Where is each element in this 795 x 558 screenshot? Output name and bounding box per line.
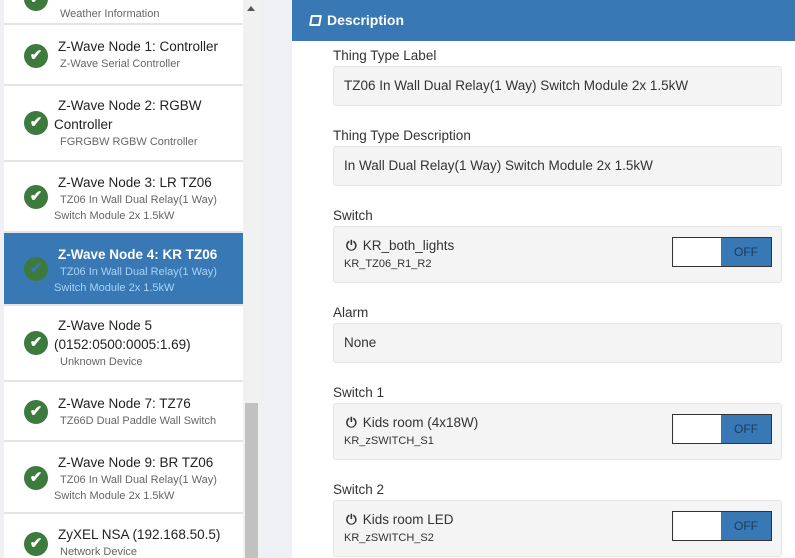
- item-title: Z-Wave Node 9: BR TZ06: [58, 455, 214, 470]
- item-subtitle: Unknown Device: [60, 356, 143, 368]
- item-title: Z-Wave Node 2: RGBW Controller: [54, 98, 202, 132]
- thing-type-label-field: TZ06 In Wall Dual Relay(1 Way) Switch Mo…: [333, 66, 782, 106]
- switch-channel: ⏻ KR_both_lights KR_TZ06_R1_R2 OFF: [333, 226, 782, 283]
- toggle-state: OFF: [721, 512, 771, 540]
- item-subtitle: TZ06 In Wall Dual Relay(1 Way) Switch Mo…: [54, 474, 217, 502]
- switch-heading: Switch: [333, 208, 373, 223]
- list-item[interactable]: ✔ Z-Wave Node 5 (0152:0500:0005:1.69) Unk…: [4, 306, 243, 382]
- switch1-toggle[interactable]: OFF: [672, 414, 772, 444]
- power-icon: ⏻: [346, 512, 357, 527]
- item-subtitle: FGRGBW RGBW Controller: [60, 136, 198, 148]
- check-circle-icon: ✔: [24, 185, 48, 209]
- scrollbar-thumb[interactable]: [245, 403, 258, 558]
- check-circle-icon: ✔: [24, 0, 48, 11]
- item-title: Z-Wave Node 7: TZ76: [58, 396, 191, 411]
- power-icon: ⏻: [346, 238, 357, 253]
- switch1-channel: ⏻ Kids room (4x18W) KR_zSWITCH_S1 OFF: [333, 403, 782, 460]
- check-circle-icon: ✔: [24, 257, 48, 281]
- check-circle-icon: ✔: [24, 331, 48, 355]
- thing-type-description-field: In Wall Dual Relay(1 Way) Switch Module …: [333, 146, 782, 186]
- item-subtitle: Weather Information: [60, 8, 160, 20]
- item-title: Z-Wave Node 1: Controller: [58, 39, 219, 54]
- thing-type-description-value: In Wall Dual Relay(1 Way) Switch Module …: [344, 158, 653, 173]
- switch1-heading: Switch 1: [333, 385, 385, 400]
- switch2-toggle[interactable]: OFF: [672, 511, 772, 541]
- item-title: ZyXEL NSA (192.168.50.5): [58, 527, 221, 542]
- thing-type-label-heading: Thing Type Label: [333, 48, 437, 63]
- list-item[interactable]: ✔ Z-Wave Node 1: Controller Z-Wave Serial…: [4, 25, 243, 86]
- panel-header: Description: [292, 0, 795, 41]
- check-circle-icon: ✔: [24, 44, 48, 68]
- things-list: ✔ Weather Information ✔ Z-Wave Node 1: C…: [4, 0, 243, 558]
- scroll-up-arrow-icon[interactable]: [247, 6, 255, 11]
- check-circle-icon: ✔: [24, 400, 48, 424]
- thing-type-label-value: TZ06 In Wall Dual Relay(1 Way) Switch Mo…: [344, 78, 689, 93]
- sidebar-scrollbar[interactable]: [243, 0, 260, 558]
- book-icon: [309, 15, 322, 26]
- list-item[interactable]: ✔ Z-Wave Node 7: TZ76 TZ66D Dual Paddle W…: [4, 382, 243, 442]
- power-icon: ⏻: [346, 415, 357, 430]
- toggle-state: OFF: [721, 415, 771, 443]
- channel-name: KR_both_lights: [362, 238, 455, 253]
- item-subtitle: TZ06 In Wall Dual Relay(1 Way) Switch Mo…: [54, 266, 217, 294]
- check-circle-icon: ✔: [24, 466, 48, 490]
- list-item[interactable]: ✔ Z-Wave Node 2: RGBW Controller FGRGBW R…: [4, 86, 243, 162]
- channel-id: KR_zSWITCH_S2: [344, 532, 434, 544]
- item-title: Z-Wave Node 4: KR TZ06: [58, 247, 218, 262]
- item-subtitle: Z-Wave Serial Controller: [60, 58, 181, 70]
- check-circle-icon: ✔: [24, 111, 48, 135]
- channel-name: Kids room (4x18W): [362, 415, 479, 430]
- switch2-channel: ⏻ Kids room LED KR_zSWITCH_S2 OFF: [333, 500, 782, 557]
- item-subtitle: TZ66D Dual Paddle Wall Switch: [60, 415, 217, 427]
- item-subtitle: Network Device: [60, 546, 138, 558]
- alarm-field: None: [333, 323, 782, 363]
- item-subtitle: TZ06 In Wall Dual Relay(1 Way) Switch Mo…: [54, 194, 217, 222]
- check-circle-icon: ✔: [24, 532, 48, 556]
- channel-id: KR_TZ06_R1_R2: [344, 258, 432, 270]
- toggle-state: OFF: [721, 238, 771, 266]
- panel-title: Description: [327, 12, 405, 28]
- thing-type-description-heading: Thing Type Description: [333, 128, 471, 143]
- list-item[interactable]: ✔ ZyXEL NSA (192.168.50.5) Network Device: [4, 514, 243, 558]
- description-panel: Description Thing Type Label TZ06 In Wal…: [292, 0, 795, 558]
- item-title: Z-Wave Node 3: LR TZ06: [58, 175, 212, 190]
- channel-id: KR_zSWITCH_S1: [344, 435, 434, 447]
- list-item[interactable]: ✔ Weather Information: [4, 0, 243, 25]
- switch-toggle[interactable]: OFF: [672, 237, 772, 267]
- item-title: Z-Wave Node 5 (0152:0500:0005:1.69): [54, 318, 191, 352]
- channel-name: Kids room LED: [362, 512, 454, 527]
- alarm-heading: Alarm: [333, 305, 369, 320]
- list-item[interactable]: ✔ Z-Wave Node 3: LR TZ06 TZ06 In Wall Dua…: [4, 162, 243, 233]
- alarm-value: None: [344, 335, 377, 350]
- list-item[interactable]: ✔ Z-Wave Node 9: BR TZ06 TZ06 In Wall Dua…: [4, 442, 243, 514]
- switch2-heading: Switch 2: [333, 482, 385, 497]
- list-item-selected[interactable]: ✔ Z-Wave Node 4: KR TZ06 TZ06 In Wall Dua…: [4, 233, 243, 306]
